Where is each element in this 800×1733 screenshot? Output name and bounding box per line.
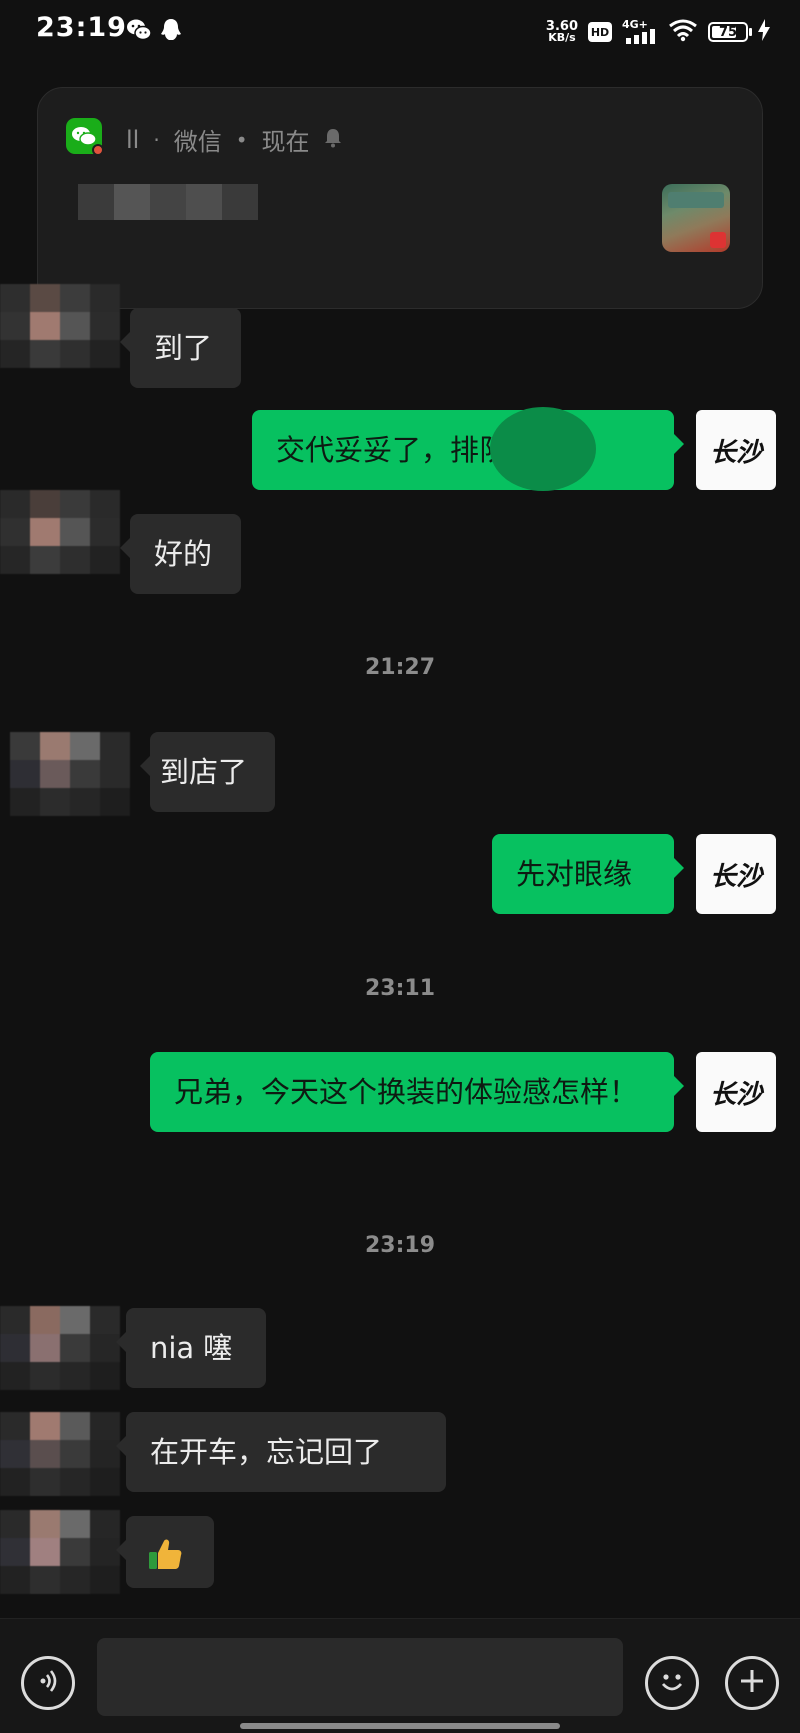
redacted-preview-block bbox=[150, 184, 186, 220]
contact-avatar[interactable] bbox=[0, 284, 120, 368]
message-text: 先对眼缘 bbox=[516, 857, 633, 891]
notification-app-name: 微信 bbox=[173, 128, 222, 156]
qq-penguin-icon bbox=[158, 17, 184, 43]
status-bar: 23:19 3.60 KB/s HD 4G+ 75 bbox=[0, 0, 800, 64]
redacted-preview-block bbox=[222, 184, 258, 220]
emoji-icon bbox=[655, 1664, 689, 1702]
message-text: 在开车，忘记回了 bbox=[150, 1435, 383, 1469]
more-functions-button[interactable] bbox=[725, 1656, 779, 1710]
emoji-button[interactable] bbox=[645, 1656, 699, 1710]
bell-icon bbox=[324, 126, 342, 154]
outgoing-message-bubble[interactable]: 兄弟，今天这个换装的体验感怎样！ bbox=[150, 1052, 684, 1132]
outgoing-message-bubble[interactable]: 先对眼缘 bbox=[492, 834, 684, 914]
wechat-icon bbox=[126, 17, 152, 43]
message-text: 兄弟，今天这个换装的体验感怎样！ bbox=[174, 1075, 639, 1109]
message-text: 好的 bbox=[154, 537, 213, 571]
chat-timestamp: 23:11 bbox=[364, 976, 436, 1001]
redaction-smudge bbox=[490, 407, 596, 491]
incoming-message-bubble[interactable]: nia 噻 bbox=[116, 1308, 266, 1388]
notification-time: 现在 bbox=[261, 128, 310, 156]
battery-percent: 75 bbox=[718, 24, 738, 40]
incoming-message-bubble[interactable]: 到了 bbox=[120, 308, 241, 388]
chat-timestamp: 23:19 bbox=[364, 1233, 436, 1258]
notification-header: ll · 微信 • 现在 bbox=[126, 122, 342, 157]
redacted-preview-block bbox=[114, 184, 150, 220]
outgoing-message-bubble[interactable]: 交代妥妥了，排队预约 bbox=[252, 410, 684, 490]
incoming-message-bubble[interactable]: 好的 bbox=[120, 514, 241, 594]
contact-avatar[interactable] bbox=[0, 1412, 120, 1496]
wifi-icon bbox=[668, 18, 698, 46]
contact-avatar[interactable] bbox=[0, 490, 120, 574]
incoming-message-bubble[interactable] bbox=[116, 1516, 214, 1588]
thumbs-up-icon bbox=[146, 1535, 184, 1573]
incoming-message-bubble[interactable]: 在开车，忘记回了 bbox=[116, 1412, 446, 1492]
cell-signal-icon: 4G+ bbox=[622, 18, 658, 46]
voice-icon bbox=[33, 1666, 63, 1700]
message-text: 到了 bbox=[154, 331, 213, 365]
home-indicator[interactable] bbox=[240, 1723, 560, 1729]
notification-sender: ll bbox=[126, 125, 140, 154]
redacted-preview-block bbox=[78, 184, 114, 220]
plus-icon bbox=[737, 1666, 767, 1700]
message-text: 到店了 bbox=[160, 755, 248, 789]
voice-input-button[interactable] bbox=[21, 1656, 75, 1710]
message-input[interactable] bbox=[97, 1638, 623, 1716]
my-avatar[interactable]: 长沙 bbox=[696, 834, 776, 914]
incoming-message-bubble[interactable]: 到店了 bbox=[140, 732, 275, 812]
notification-image-thumbnail[interactable] bbox=[662, 184, 730, 252]
wechat-icon bbox=[66, 118, 104, 156]
network-speed: 3.60 KB/s bbox=[546, 20, 578, 44]
message-text: nia 噻 bbox=[150, 1331, 233, 1365]
network-speed-unit: KB/s bbox=[548, 31, 576, 44]
notification-dot bbox=[92, 144, 104, 156]
my-avatar[interactable]: 长沙 bbox=[696, 410, 776, 490]
my-avatar[interactable]: 长沙 bbox=[696, 1052, 776, 1132]
hd-badge: HD bbox=[588, 22, 612, 42]
chat-timestamp: 21:27 bbox=[364, 655, 436, 680]
contact-avatar[interactable] bbox=[10, 732, 130, 816]
notification-banner[interactable]: ll · 微信 • 现在 bbox=[37, 87, 763, 309]
redacted-preview-block bbox=[186, 184, 222, 220]
status-time: 23:19 bbox=[36, 12, 127, 43]
battery-icon: 75 bbox=[708, 22, 752, 42]
charging-bolt-icon bbox=[758, 19, 770, 45]
contact-avatar[interactable] bbox=[0, 1510, 120, 1594]
status-right-group: 3.60 KB/s HD 4G+ 75 bbox=[546, 16, 770, 48]
contact-avatar[interactable] bbox=[0, 1306, 120, 1390]
